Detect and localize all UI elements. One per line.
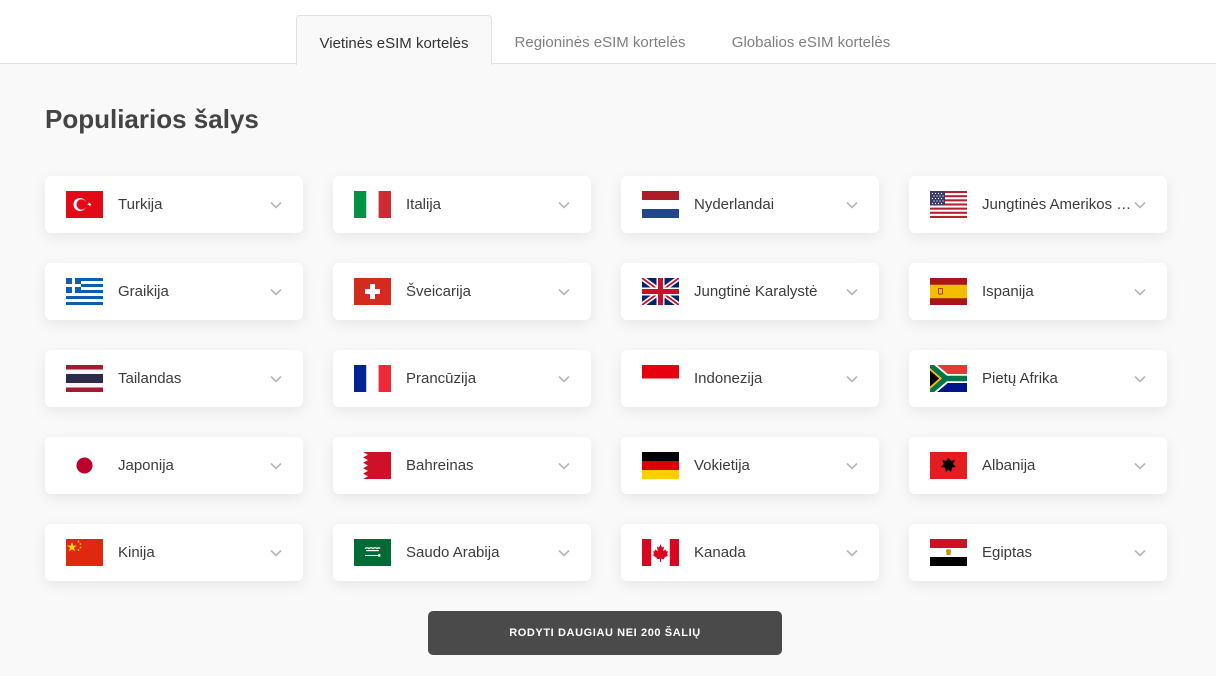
- country-name: Šveicarija: [406, 283, 472, 300]
- chevron-down-icon: [269, 459, 283, 473]
- country-card-graikija[interactable]: Graikija: [45, 263, 303, 320]
- section-title: Populiarios šalys: [45, 104, 259, 134]
- country-card-egiptas[interactable]: Egiptas: [909, 524, 1167, 581]
- country-name: Pietų Afrika: [982, 370, 1058, 387]
- chevron-down-icon: [845, 198, 859, 212]
- country-card-kinija[interactable]: Kinija: [45, 524, 303, 581]
- saudi-arabia-flag-icon: [354, 539, 391, 566]
- country-name: Japonija: [118, 457, 174, 474]
- country-card-jav[interactable]: Jungtinės Amerikos Valstijos: [909, 176, 1167, 233]
- chevron-down-icon: [1133, 285, 1147, 299]
- country-card-turkija[interactable]: Turkija: [45, 176, 303, 233]
- italy-flag-icon: [354, 191, 391, 218]
- chevron-down-icon: [1133, 459, 1147, 473]
- country-name: Jungtinė Karalystė: [694, 283, 818, 300]
- country-card-pietu-afrika[interactable]: Pietų Afrika: [909, 350, 1167, 407]
- egypt-flag-icon: [930, 539, 967, 566]
- chevron-down-icon: [845, 372, 859, 386]
- south-africa-flag-icon: [930, 365, 967, 392]
- country-card-italija[interactable]: Italija: [333, 176, 591, 233]
- usa-flag-icon: [930, 191, 967, 218]
- chevron-down-icon: [269, 546, 283, 560]
- show-more-countries-button[interactable]: RODYTI DAUGIAU NEI 200 ŠALIŲ: [428, 611, 782, 655]
- chevron-down-icon: [557, 546, 571, 560]
- country-card-nyderlandai[interactable]: Nyderlandai: [621, 176, 879, 233]
- thailand-flag-icon: [66, 365, 103, 392]
- country-card-ispanija[interactable]: Ispanija: [909, 263, 1167, 320]
- country-card-tailandas[interactable]: Tailandas: [45, 350, 303, 407]
- albania-flag-icon: [930, 452, 967, 479]
- country-grid: Turkija Italija Nyderlandai Jungtinės Am…: [45, 176, 1167, 581]
- country-name: Jungtinės Amerikos Valstijos: [982, 196, 1140, 213]
- france-flag-icon: [354, 365, 391, 392]
- country-name: Saudo Arabija: [406, 544, 500, 561]
- country-name: Prancūzija: [406, 370, 477, 387]
- country-card-jungtine-karalyste[interactable]: Jungtinė Karalystė: [621, 263, 879, 320]
- country-name: Turkija: [118, 196, 163, 213]
- greece-flag-icon: [66, 278, 103, 305]
- country-card-kanada[interactable]: Kanada: [621, 524, 879, 581]
- tab-regional-esim[interactable]: Regioninės eSIM kortelės: [500, 15, 700, 65]
- country-card-saudo-arabija[interactable]: Saudo Arabija: [333, 524, 591, 581]
- country-card-albanija[interactable]: Albanija: [909, 437, 1167, 494]
- country-name: Albanija: [982, 457, 1036, 474]
- chevron-down-icon: [1133, 546, 1147, 560]
- country-card-japonija[interactable]: Japonija: [45, 437, 303, 494]
- germany-flag-icon: [642, 452, 679, 479]
- chevron-down-icon: [1133, 198, 1147, 212]
- country-card-prancuzija[interactable]: Prancūzija: [333, 350, 591, 407]
- turkey-flag-icon: [66, 191, 103, 218]
- country-card-indonezija[interactable]: Indonezija: [621, 350, 879, 407]
- chevron-down-icon: [845, 285, 859, 299]
- chevron-down-icon: [269, 285, 283, 299]
- chevron-down-icon: [557, 198, 571, 212]
- spain-flag-icon: [930, 278, 967, 305]
- chevron-down-icon: [557, 459, 571, 473]
- country-card-sveicarija[interactable]: Šveicarija: [333, 263, 591, 320]
- china-flag-icon: [66, 539, 103, 566]
- tab-bar: Vietinės eSIM kortelės Regioninės eSIM k…: [0, 0, 1216, 65]
- country-name: Nyderlandai: [694, 196, 775, 213]
- country-name: Graikija: [118, 283, 169, 300]
- canada-flag-icon: [642, 539, 679, 566]
- tab-local-esim[interactable]: Vietinės eSIM kortelės: [296, 15, 492, 65]
- japan-flag-icon: [66, 452, 103, 479]
- country-name: Indonezija: [694, 370, 763, 387]
- country-name: Italija: [406, 196, 442, 213]
- chevron-down-icon: [557, 285, 571, 299]
- uk-flag-icon: [642, 278, 679, 305]
- country-name: Kanada: [694, 544, 746, 561]
- chevron-down-icon: [845, 459, 859, 473]
- bahrain-flag-icon: [354, 452, 391, 479]
- chevron-down-icon: [845, 546, 859, 560]
- indonesia-flag-icon: [642, 365, 679, 392]
- country-card-vokietija[interactable]: Vokietija: [621, 437, 879, 494]
- country-name: Ispanija: [982, 283, 1034, 300]
- country-name: Tailandas: [118, 370, 182, 387]
- netherlands-flag-icon: [642, 191, 679, 218]
- country-name: Bahreinas: [406, 457, 474, 474]
- chevron-down-icon: [1133, 372, 1147, 386]
- chevron-down-icon: [269, 198, 283, 212]
- tab-global-esim[interactable]: Globalios eSIM kortelės: [714, 15, 908, 65]
- country-name: Kinija: [118, 544, 155, 561]
- chevron-down-icon: [269, 372, 283, 386]
- country-card-bahreinas[interactable]: Bahreinas: [333, 437, 591, 494]
- chevron-down-icon: [557, 372, 571, 386]
- country-name: Vokietija: [694, 457, 750, 474]
- switzerland-flag-icon: [354, 278, 391, 305]
- country-name: Egiptas: [982, 544, 1033, 561]
